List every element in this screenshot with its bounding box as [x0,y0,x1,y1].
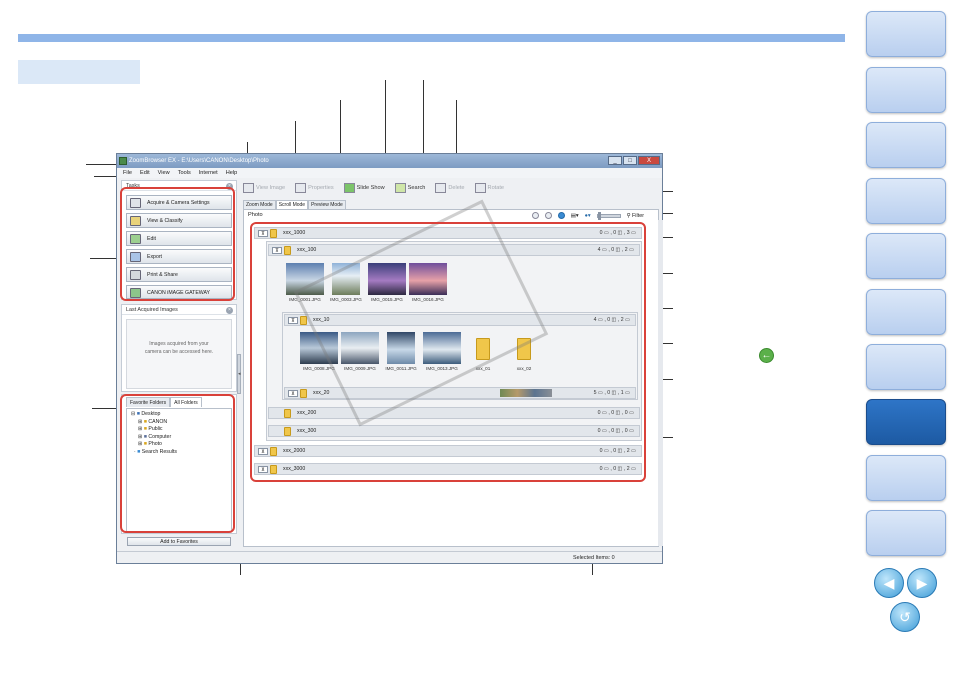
header-bar [18,34,845,42]
select-all-icon[interactable] [531,212,539,219]
next-page-icon[interactable]: ▶ [907,568,937,598]
properties-icon [295,183,307,193]
thumbnail-size-slider[interactable] [596,211,621,220]
nav-button-1[interactable] [866,11,946,57]
view-image-icon [243,183,254,193]
menu-tools[interactable]: Tools [178,168,191,178]
minimize-button[interactable]: _ [608,156,622,165]
nav-button-9[interactable] [866,455,946,501]
tab-zoom-mode[interactable]: Zoom Mode [243,200,276,209]
nav-button-7[interactable] [866,344,946,390]
title-bar: ZoomBrowser EX - E:\Users\CANON\Desktop\… [117,154,662,168]
slide-show-button[interactable]: Slide Show [343,181,385,195]
highlight-tasks [120,187,235,301]
view-image-button[interactable]: View Image [243,181,285,195]
callout-line [90,258,118,259]
trash-icon [435,183,447,193]
search-button[interactable]: Search [394,181,425,195]
filter-button[interactable]: ⚲ Filter [627,213,644,219]
callout-line [94,176,118,177]
toolbar: View Image Properties Slide Show Search … [243,181,504,195]
rotate-button[interactable]: Rotate [474,181,504,195]
prev-page-icon[interactable]: ◀ [874,568,904,598]
menu-view[interactable]: View [158,168,170,178]
properties-button[interactable]: Properties [295,181,334,195]
collapse-last-acquired-icon[interactable]: × [226,307,233,314]
menu-internet[interactable]: Internet [199,168,218,178]
return-icon[interactable]: ↺ [890,602,920,632]
view-mode-tabs: Zoom Mode Scroll Mode Preview Mode [243,200,346,209]
view-controls: ▤▾ ●▾ ⚲ Filter [531,211,644,220]
vertical-scrollbar[interactable] [658,220,663,546]
callout-line [92,408,118,409]
info-icon[interactable] [557,212,565,219]
maximize-button[interactable]: □ [623,156,637,165]
last-acquired-panel: Last Acquired Images × Images acquired f… [121,304,237,392]
back-arrow-icon[interactable]: ← [759,348,774,363]
deselect-icon[interactable] [544,212,552,219]
close-button[interactable]: X [638,156,660,165]
menu-edit[interactable]: Edit [140,168,150,178]
nav-button-5[interactable] [866,233,946,279]
menu-help[interactable]: Help [226,168,238,178]
add-to-favorites-button[interactable]: Add to Favorites [127,537,231,546]
nav-button-3[interactable] [866,122,946,168]
callout-line [86,164,118,165]
app-icon [119,157,127,165]
section-label-bg [18,60,140,84]
status-bar: Selected Items: 0 [117,551,662,563]
window-title: ZoomBrowser EX - E:\Users\CANON\Desktop\… [129,158,269,164]
search-icon [394,183,406,193]
slide-show-icon [343,183,355,193]
panel-splitter[interactable]: ◂ [237,354,241,394]
nav-button-2[interactable] [866,67,946,113]
menu-bar: File Edit View Tools Internet Help [117,168,662,178]
delete-button[interactable]: Delete [435,181,465,195]
rotate-icon [474,183,486,193]
nav-button-10[interactable] [866,510,946,556]
nav-button-8-active[interactable] [866,399,946,445]
tab-scroll-mode[interactable]: Scroll Mode [275,200,309,209]
nav-button-4[interactable] [866,178,946,224]
highlight-browser [250,222,646,482]
highlight-folders [120,394,235,533]
menu-file[interactable]: File [123,168,132,178]
current-folder-label: Photo [248,212,263,218]
last-acquired-header: Last Acquired Images [122,305,236,315]
nav-button-6[interactable] [866,289,946,335]
selected-items-status: Selected Items: 0 [573,555,615,561]
display-dropdown-icon[interactable]: ●▾ [585,213,591,219]
sort-dropdown-icon[interactable]: ▤▾ [571,213,579,219]
last-acquired-message: Images acquired from your camera can be … [126,319,232,389]
tab-preview-mode[interactable]: Preview Mode [308,200,346,209]
